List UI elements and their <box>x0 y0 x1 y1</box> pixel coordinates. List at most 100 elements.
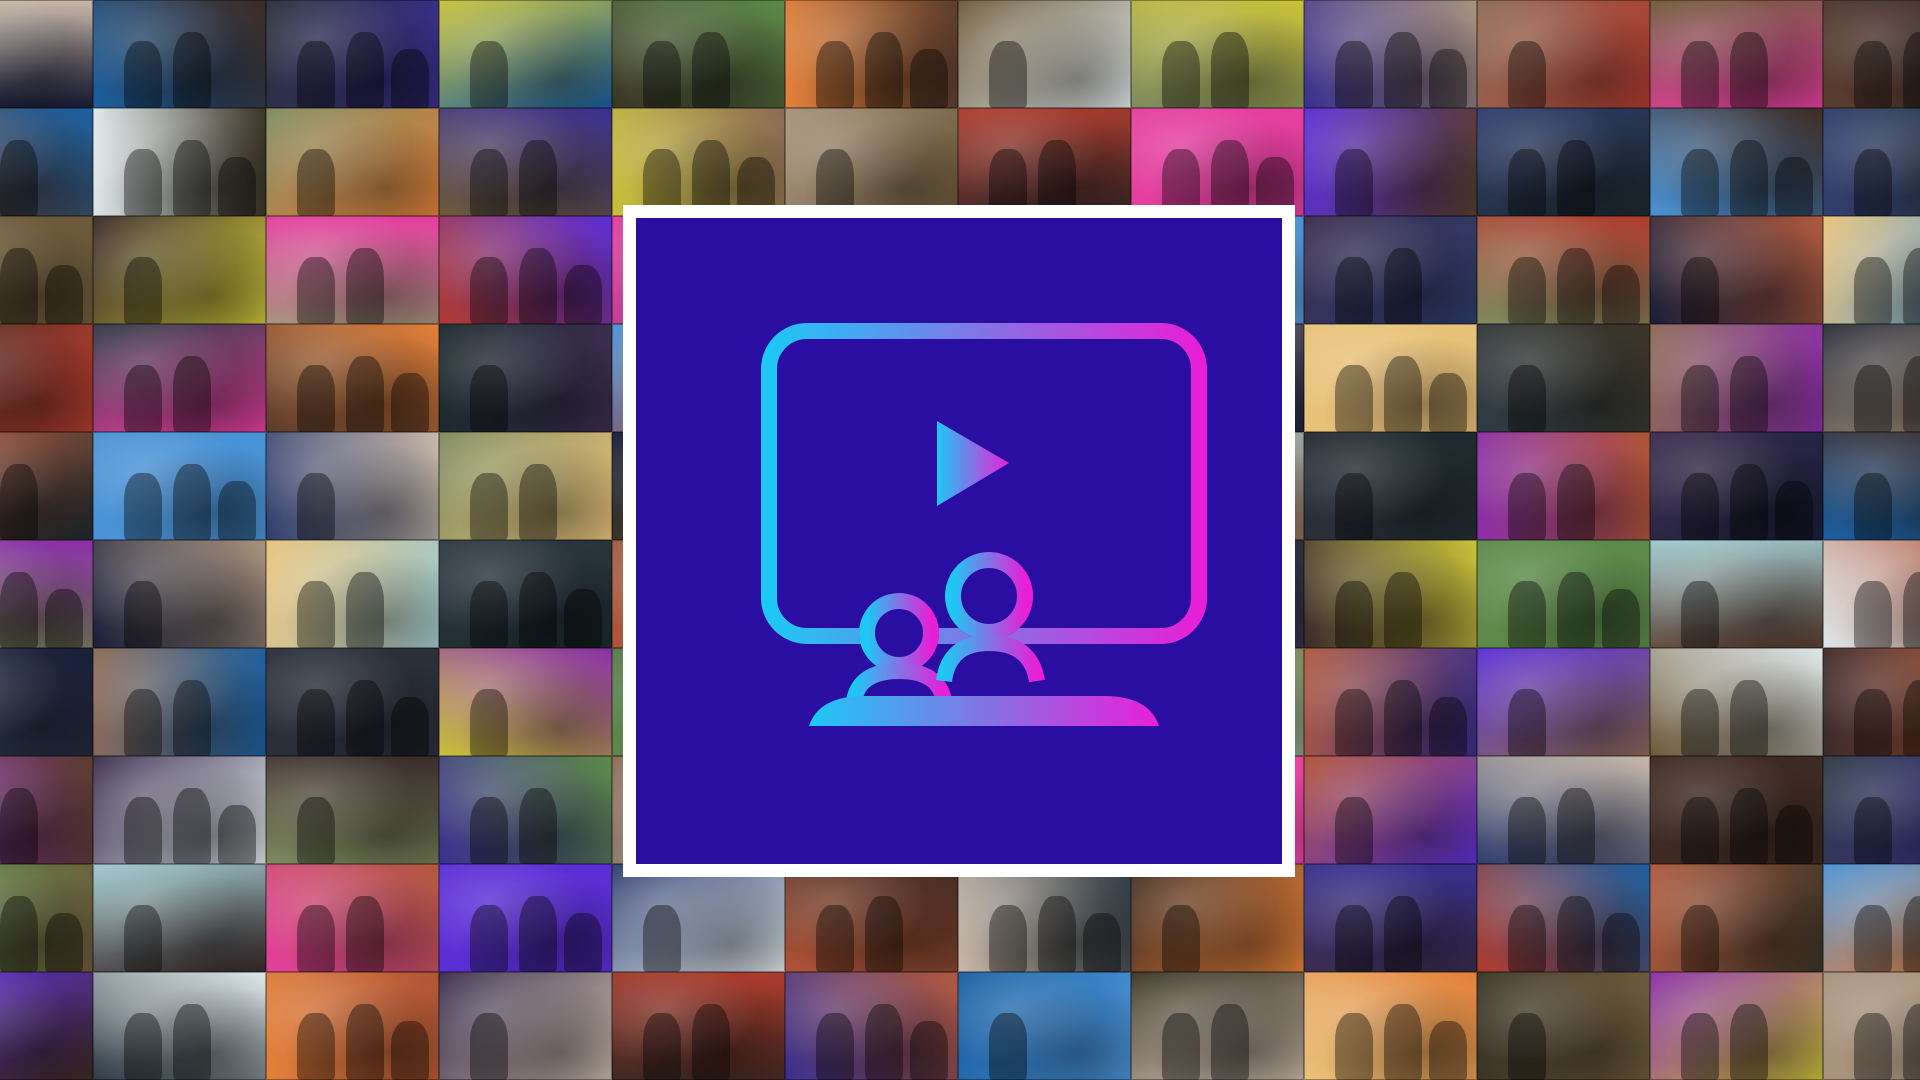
thumbnail-figure <box>1556 248 1595 324</box>
thumbnail-figure <box>172 140 211 216</box>
show-thumbnail <box>439 324 612 432</box>
show-thumbnail <box>1823 432 1920 540</box>
show-thumbnail <box>93 864 266 972</box>
thumbnail-figure <box>470 41 509 108</box>
show-thumbnail <box>0 864 93 972</box>
thumbnail-figure <box>1335 365 1374 432</box>
thumbnail-figure <box>1383 32 1422 108</box>
show-thumbnail <box>0 0 93 108</box>
show-thumbnail <box>439 432 612 540</box>
thumbnail-figure <box>124 797 163 864</box>
show-thumbnail <box>439 972 612 1080</box>
thumbnail-figure <box>691 1004 730 1080</box>
show-thumbnail <box>0 756 93 864</box>
thumbnail-figure <box>172 356 211 432</box>
thumbnail-figure <box>1335 149 1374 216</box>
thumbnail-figure <box>1383 248 1422 324</box>
thumbnail-figure <box>1681 905 1720 972</box>
show-thumbnail <box>1823 756 1920 864</box>
thumbnail-figure <box>390 372 429 432</box>
show-thumbnail <box>266 756 439 864</box>
audience-base <box>809 696 1159 726</box>
show-thumbnail <box>1304 648 1477 756</box>
thumbnail-figure <box>1210 32 1249 108</box>
thumbnail-figure <box>1854 689 1893 756</box>
thumbnail-figure <box>1601 264 1640 324</box>
thumbnail-figure <box>0 572 38 648</box>
show-thumbnail <box>266 0 439 108</box>
show-thumbnail <box>93 324 266 432</box>
show-thumbnail <box>0 108 93 216</box>
show-thumbnail <box>93 108 266 216</box>
thumbnail-figure <box>217 156 256 216</box>
show-thumbnail <box>1650 648 1823 756</box>
thumbnail-figure <box>1162 1013 1201 1080</box>
thumbnail-figure <box>518 896 557 972</box>
thumbnail-figure <box>345 896 384 972</box>
show-thumbnail <box>266 324 439 432</box>
thumbnail-figure <box>864 896 903 972</box>
thumbnail-figure <box>1902 1004 1920 1080</box>
thumbnail-figure <box>518 140 557 216</box>
show-thumbnail <box>0 540 93 648</box>
show-thumbnail <box>0 648 93 756</box>
thumbnail-figure <box>297 797 336 864</box>
thumbnail-figure <box>1556 140 1595 216</box>
thumbnail-figure <box>1383 572 1422 648</box>
thumbnail-figure <box>563 588 602 648</box>
thumbnail-figure <box>1335 689 1374 756</box>
show-thumbnail <box>93 216 266 324</box>
thumbnail-figure <box>124 365 163 432</box>
thumbnail-figure <box>909 1020 948 1080</box>
show-thumbnail <box>266 432 439 540</box>
thumbnail-figure <box>1729 1004 1768 1080</box>
thumbnail-figure <box>1854 365 1893 432</box>
thumbnail-figure <box>1428 48 1467 108</box>
thumbnail-figure <box>217 804 256 864</box>
show-thumbnail <box>1477 216 1650 324</box>
show-thumbnail <box>1823 216 1920 324</box>
show-thumbnail <box>785 864 958 972</box>
thumbnail-figure <box>172 464 211 540</box>
thumbnail-figure <box>390 696 429 756</box>
app-logo-panel <box>636 218 1282 864</box>
thumbnail-figure <box>124 41 163 108</box>
thumbnail-figure <box>1383 680 1422 756</box>
thumbnail-figure <box>864 32 903 108</box>
thumbnail-figure <box>1508 1013 1547 1080</box>
show-thumbnail <box>785 108 958 216</box>
thumbnail-figure <box>172 788 211 864</box>
show-thumbnail <box>0 432 93 540</box>
show-thumbnail <box>1650 432 1823 540</box>
show-thumbnail <box>266 648 439 756</box>
thumbnail-figure <box>124 149 163 216</box>
thumbnail-figure <box>1335 257 1374 324</box>
show-thumbnail <box>1131 0 1304 108</box>
show-thumbnail <box>93 540 266 648</box>
thumbnail-figure <box>1681 257 1720 324</box>
thumbnail-figure <box>1383 1004 1422 1080</box>
show-thumbnail <box>958 108 1131 216</box>
thumbnail-figure <box>297 149 336 216</box>
thumbnail-figure <box>518 464 557 540</box>
thumbnail-figure <box>297 581 336 648</box>
show-thumbnail <box>266 216 439 324</box>
thumbnail-figure <box>345 680 384 756</box>
thumbnail-figure <box>1162 905 1201 972</box>
thumbnail-figure <box>1601 588 1640 648</box>
thumbnail-figure <box>1681 797 1720 864</box>
show-thumbnail <box>612 0 785 108</box>
thumbnail-figure <box>1508 905 1547 972</box>
thumbnail-figure <box>1854 257 1893 324</box>
show-thumbnail <box>439 108 612 216</box>
thumbnail-figure <box>470 365 509 432</box>
show-thumbnail <box>1650 216 1823 324</box>
thumbnail-figure <box>989 41 1028 108</box>
thumbnail-figure <box>1854 41 1893 108</box>
show-thumbnail <box>1477 648 1650 756</box>
thumbnail-figure <box>1335 1013 1374 1080</box>
show-thumbnail <box>958 0 1131 108</box>
thumbnail-figure <box>1729 32 1768 108</box>
thumbnail-figure <box>0 140 38 216</box>
show-thumbnail <box>1304 108 1477 216</box>
